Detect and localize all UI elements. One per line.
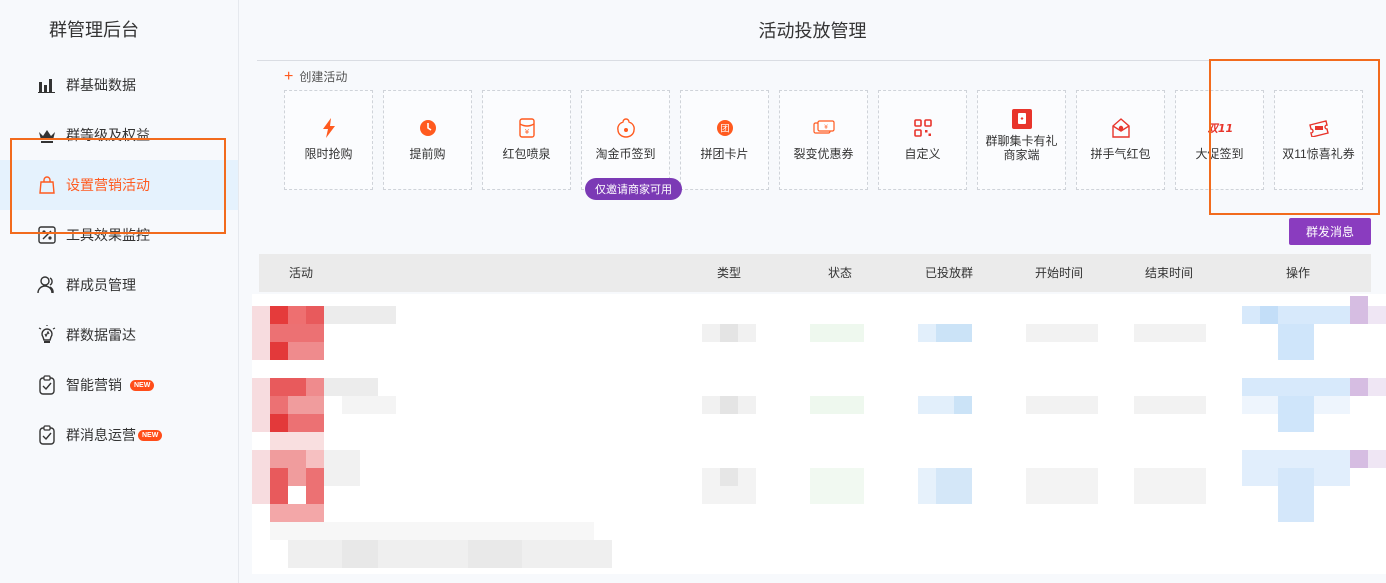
page-title: 活动投放管理 [257, 0, 1368, 61]
clipboard-check-icon [37, 375, 57, 395]
sidebar-item-label: 群消息运营 [66, 427, 136, 443]
activity-card-fission-coupon[interactable]: ¥ 裂变优惠券 [779, 90, 868, 190]
sidebar-item-basic-data[interactable]: 群基础数据 [0, 60, 238, 110]
users-icon [37, 275, 57, 295]
sidebar-item-label: 智能营销 [66, 377, 122, 393]
bar-chart-icon [37, 75, 57, 95]
qr-grid-icon [913, 117, 932, 139]
activity-card-label: 限时抢购 [304, 147, 353, 161]
clock-icon [419, 117, 437, 139]
coupon-icon: ¥ [812, 117, 835, 139]
column-header-activity: 活动 [289, 266, 314, 280]
activity-card-label: 红包喷泉 [502, 147, 551, 161]
new-badge: NEW [130, 379, 155, 391]
activity-card-label: 自定义 [904, 147, 941, 161]
svg-text:¥: ¥ [524, 128, 529, 136]
clipboard-check-icon [37, 425, 57, 445]
highlight-box-marketing-menu [10, 138, 226, 234]
sidebar-item-label: 群成员管理 [66, 277, 136, 293]
card-collect-icon [1011, 108, 1032, 130]
activity-card-lucky-red-packet[interactable]: 拼手气红包 [1076, 90, 1165, 190]
svg-text:团: 团 [720, 124, 729, 135]
sidebar-item-message-ops[interactable]: 群消息运营 NEW [0, 410, 238, 460]
lightning-icon [322, 117, 336, 139]
mass-message-button[interactable]: 群发消息 [1289, 218, 1371, 245]
activity-card-label: 裂变优惠券 [793, 147, 854, 161]
activity-card-flash-sale[interactable]: 限时抢购 [284, 90, 373, 190]
create-activity-link[interactable]: + 创建活动 [284, 68, 347, 85]
radar-bulb-icon [37, 325, 57, 345]
column-header-status: 状态 [828, 266, 853, 280]
column-header-start-time: 开始时间 [1035, 266, 1084, 280]
column-header-type: 类型 [717, 266, 742, 280]
sidebar-item-data-radar[interactable]: 群数据雷达 [0, 310, 238, 360]
svg-text:¥: ¥ [824, 124, 828, 131]
activity-card-taojinbi-checkin[interactable]: 淘金币签到 [581, 90, 670, 190]
lucky-packet-icon [1110, 117, 1132, 139]
column-header-end-time: 结束时间 [1145, 266, 1194, 280]
activity-card-card-collect[interactable]: 群聊集卡有礼商家端 [977, 90, 1066, 190]
table-body-redacted [252, 294, 1386, 574]
red-packet-icon: ¥ [518, 117, 535, 139]
activity-card-label: 淘金币签到 [595, 147, 656, 161]
highlight-box-double11-cards [1209, 59, 1380, 215]
plus-icon: + [284, 67, 294, 85]
invite-only-badge: 仅邀请商家可用 [585, 178, 682, 200]
group-icon: 团 [716, 117, 734, 139]
activity-card-label: 提前购 [409, 147, 446, 161]
activity-card-label: 拼团卡片 [700, 147, 749, 161]
sidebar-item-label: 群基础数据 [66, 77, 136, 93]
activity-card-presale[interactable]: 提前购 [383, 90, 472, 190]
activity-card-custom[interactable]: 自定义 [878, 90, 967, 190]
sidebar-item-label: 群数据雷达 [66, 327, 136, 343]
sidebar: 群管理后台 群基础数据 群等级及权益 设置营销活动 工具效果监控 群成员管理 群… [0, 0, 239, 583]
activity-card-label: 拼手气红包 [1090, 147, 1151, 161]
coin-icon [615, 117, 637, 139]
column-header-deployed-groups: 已投放群 [925, 266, 974, 280]
brand-title: 群管理后台 [49, 20, 139, 40]
activity-card-label: 群聊集卡有礼商家端 [985, 134, 1058, 162]
table-header: 活动 类型 状态 已投放群 开始时间 结束时间 操作 [259, 254, 1371, 292]
create-activity-label: 创建活动 [299, 70, 348, 84]
sidebar-item-smart-marketing[interactable]: 智能营销 NEW [0, 360, 238, 410]
column-header-actions: 操作 [1286, 266, 1311, 280]
sidebar-menu: 群基础数据 群等级及权益 设置营销活动 工具效果监控 群成员管理 群数据雷达 智… [0, 60, 238, 460]
activity-card-red-packet-fountain[interactable]: ¥ 红包喷泉 [482, 90, 571, 190]
sidebar-item-members[interactable]: 群成员管理 [0, 260, 238, 310]
new-badge: NEW [138, 429, 163, 441]
activity-card-group-buy[interactable]: 团 拼团卡片 [680, 90, 769, 190]
